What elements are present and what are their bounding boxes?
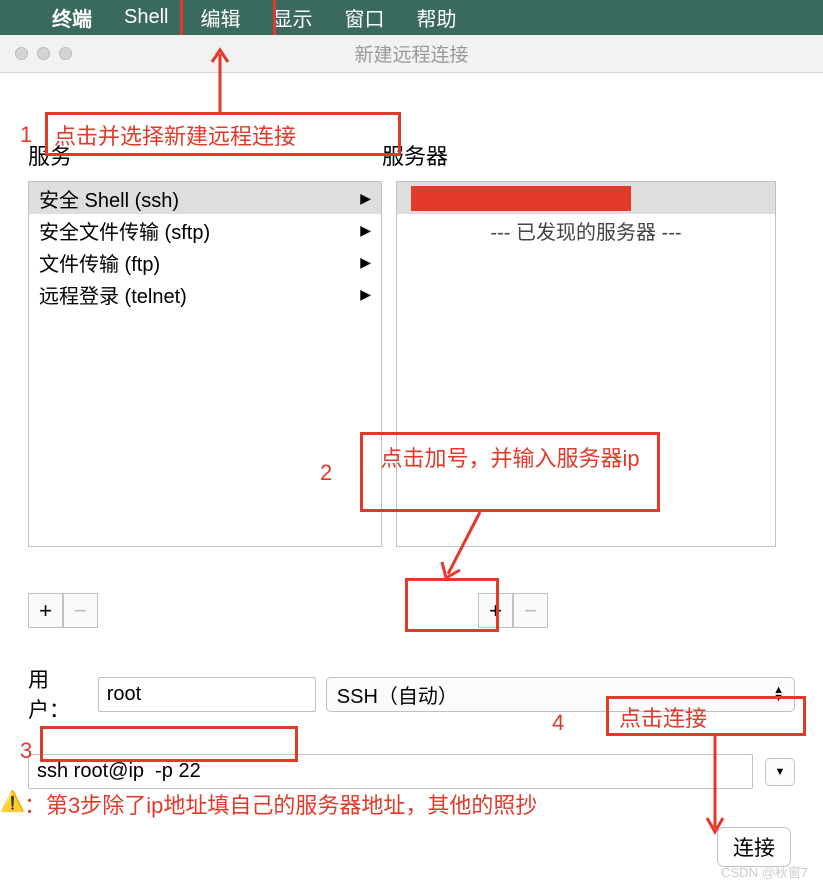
annotation-number-1: 1 [20,122,32,148]
window-title: 新建远程连接 [354,40,468,67]
menu-help[interactable]: 帮助 [416,3,456,32]
annotation-arrow-2 [440,512,500,582]
menubar: 终端 Shell 编辑 显示 窗口 帮助 [0,0,823,35]
add-service-button[interactable]: + [28,593,63,628]
chevron-down-icon: ▼ [775,766,786,778]
annotation-box-1: 点击并选择新建远程连接 [45,112,401,156]
service-row-sftp[interactable]: 安全文件传输 (sftp)▶ [29,214,381,246]
menu-terminal[interactable]: 终端 [52,3,92,32]
remove-server-button[interactable]: − [513,593,548,628]
user-input[interactable] [98,677,316,712]
annotation-box-4: 点击连接 [606,696,806,736]
titlebar: 新建远程连接 [0,35,823,73]
annotation-arrow-1 [200,46,240,114]
annotation-box-3 [40,726,298,762]
redacted-server-ip [411,186,631,211]
annotation-box-2: 点击加号，并输入服务器ip [360,432,660,512]
annotation-warning-text: ：第3步除了ip地址填自己的服务器地址，其他的照抄 [24,788,537,820]
chevron-right-icon: ▶ [360,222,371,239]
menu-shell[interactable]: Shell [124,6,168,29]
window-minimize-icon[interactable] [37,47,50,60]
service-row-ssh[interactable]: 安全 Shell (ssh)▶ [29,182,381,214]
annotation-number-4: 4 [552,710,564,736]
annotation-box-plus [405,578,499,632]
annotation-number-3: 3 [20,738,32,764]
server-row-selected[interactable] [397,182,775,214]
chevron-right-icon: ▶ [360,254,371,271]
service-list[interactable]: 安全 Shell (ssh)▶ 安全文件传输 (sftp)▶ 文件传输 (ftp… [28,181,382,547]
history-dropdown-button[interactable]: ▼ [765,758,795,786]
service-row-ftp[interactable]: 文件传输 (ftp)▶ [29,246,381,278]
annotation-number-2: 2 [320,460,332,486]
watermark: CSDN @秋窗7 [721,862,808,881]
warning-icon: ⚠️ [0,789,25,814]
menu-view[interactable]: 显示 [272,3,312,32]
chevron-right-icon: ▶ [360,190,371,207]
service-add-remove: + − [28,593,98,628]
server-row-discovered: --- 已发现的服务器 --- [397,214,775,246]
annotation-arrow-4 [700,736,730,836]
user-label: 用户： [28,664,88,724]
service-row-telnet[interactable]: 远程登录 (telnet)▶ [29,278,381,310]
window-close-icon[interactable] [15,47,28,60]
menu-window[interactable]: 窗口 [344,3,384,32]
window-zoom-icon[interactable] [59,47,72,60]
chevron-right-icon: ▶ [360,286,371,303]
remove-service-button[interactable]: − [63,593,98,628]
